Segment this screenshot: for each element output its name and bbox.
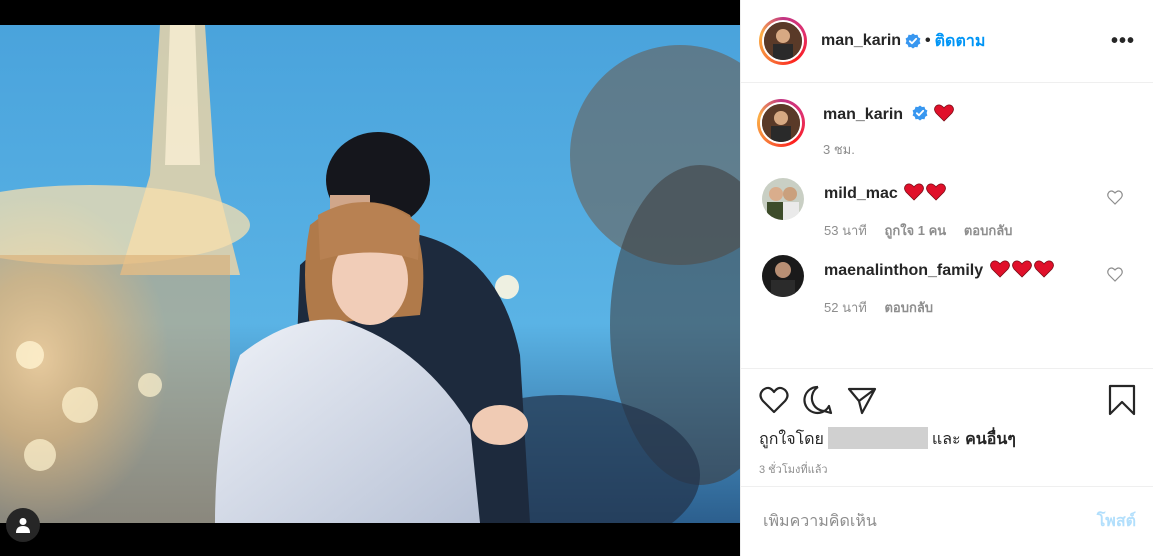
post-photo[interactable]: [0, 25, 740, 523]
commenter-avatar[interactable]: [762, 178, 804, 220]
post-media: [0, 0, 740, 556]
reply-button[interactable]: ตอบกลับ: [884, 300, 933, 315]
post-timestamp: 3 ชั่วโมงที่แล้ว: [759, 464, 828, 476]
liked-by-prefix: ถูกใจโดย: [759, 431, 824, 448]
user-tag-icon: [16, 518, 30, 533]
post-side-panel: man_karin • ติดตาม ••• man_karin 3 ชม. m…: [740, 0, 1153, 556]
bookmark-icon[interactable]: [1108, 384, 1136, 416]
liked-by-line: ถูกใจโดย และ คนอื่นๆ: [759, 427, 1136, 452]
red-heart-emoji: [904, 183, 925, 201]
comment-item: maenalinthon_family 52 นาที ตอบกลับ: [757, 255, 1135, 318]
separator-dot: •: [925, 32, 931, 49]
caption: man_karin 3 ชม.: [757, 99, 1135, 160]
comment-icon[interactable]: [803, 385, 833, 415]
heart-icon[interactable]: [759, 386, 789, 414]
caption-avatar[interactable]: [757, 99, 805, 147]
red-heart-emoji: [989, 260, 1010, 278]
red-heart-emoji: [1033, 260, 1054, 278]
caption-username[interactable]: man_karin: [823, 106, 903, 123]
commenter-username[interactable]: maenalinthon_family: [824, 262, 983, 279]
comment-like-icon[interactable]: [1107, 190, 1123, 205]
comments-list: man_karin 3 ชม. mild_mac 53 นาที ถูกใจ 1…: [741, 83, 1153, 368]
more-options-icon[interactable]: •••: [1111, 30, 1135, 53]
red-heart-emoji: [1011, 260, 1032, 278]
comment-time: 52 นาที: [824, 300, 867, 315]
red-heart-emoji: [926, 183, 947, 201]
comment-time: 53 นาที: [824, 223, 867, 238]
comment-like-icon[interactable]: [1107, 267, 1123, 282]
commenter-username[interactable]: mild_mac: [824, 185, 898, 202]
post-actions: ถูกใจโดย และ คนอื่นๆ 3 ชั่วโมงที่แล้ว: [741, 368, 1153, 486]
comment-likes-count[interactable]: ถูกใจ 1 คน: [884, 223, 946, 238]
reply-button[interactable]: ตอบกลับ: [964, 223, 1013, 238]
share-icon[interactable]: [847, 385, 877, 415]
caption-time: 3 ชม.: [823, 142, 855, 157]
post-header: man_karin • ติดตาม •••: [741, 0, 1153, 83]
user-tag-button[interactable]: [6, 508, 40, 542]
red-heart-emoji: [934, 104, 954, 122]
redacted-username[interactable]: [827, 427, 928, 449]
verified-icon: [905, 33, 921, 49]
liked-by-others[interactable]: คนอื่นๆ: [965, 431, 1016, 448]
comment-input[interactable]: [763, 512, 1097, 531]
author-avatar[interactable]: [759, 17, 807, 65]
add-comment-bar: โพสต์: [741, 486, 1153, 556]
follow-button[interactable]: ติดตาม: [935, 29, 986, 54]
commenter-avatar[interactable]: [762, 255, 804, 297]
author-username[interactable]: man_karin: [821, 32, 901, 50]
verified-icon: [912, 105, 927, 121]
comment-item: mild_mac 53 นาที ถูกใจ 1 คน ตอบกลับ: [757, 178, 1135, 241]
liked-by-and: และ: [931, 431, 961, 448]
post-comment-button[interactable]: โพสต์: [1097, 509, 1136, 534]
photo-illustration: [0, 25, 740, 523]
